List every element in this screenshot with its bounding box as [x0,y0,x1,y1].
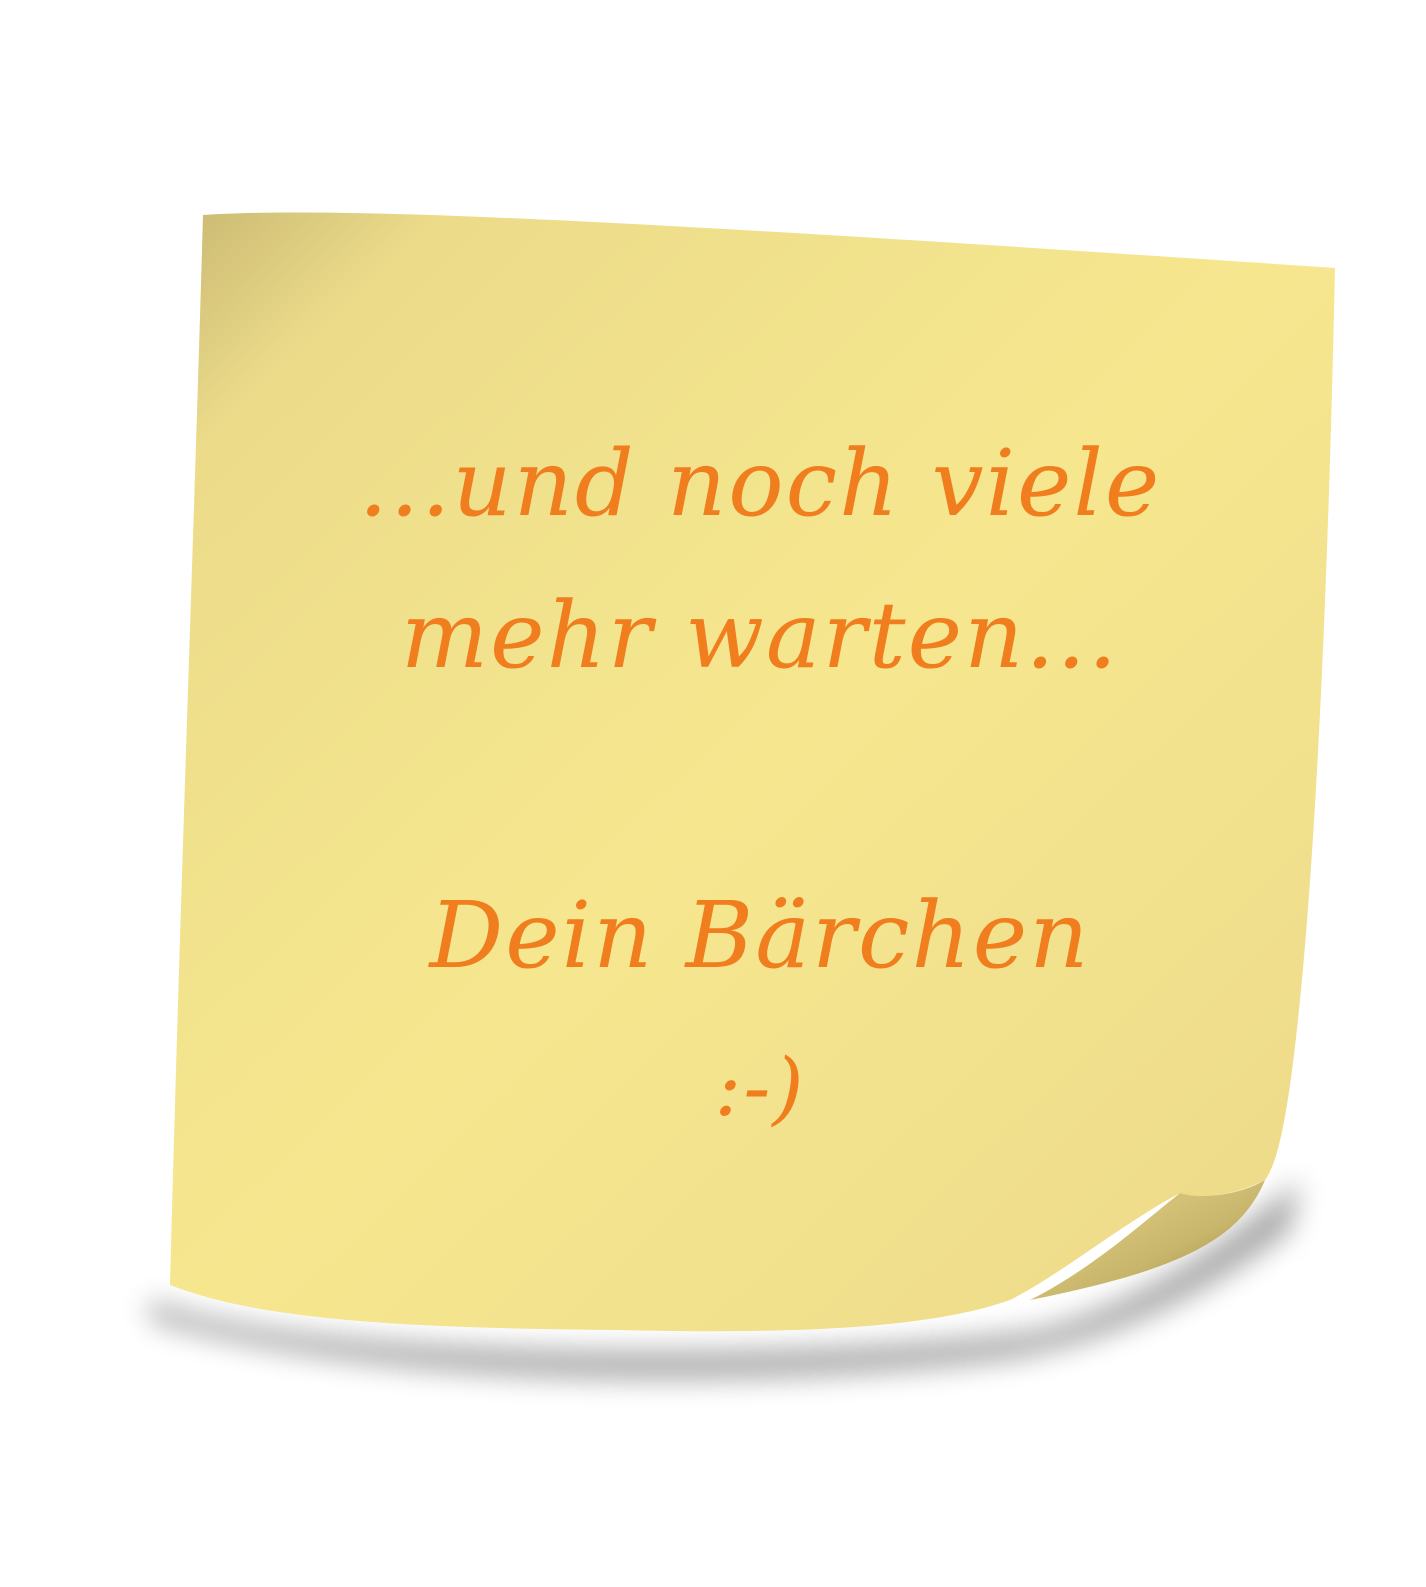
sticky-note [150,212,1335,1379]
note-signature: Dein Bärchen [429,882,1091,989]
note-paper [170,212,1335,1332]
smiley-text: :-) [714,1041,806,1134]
note-line-2: mehr warten... [400,582,1120,689]
note-line-1: ...und noch viele [358,430,1162,537]
